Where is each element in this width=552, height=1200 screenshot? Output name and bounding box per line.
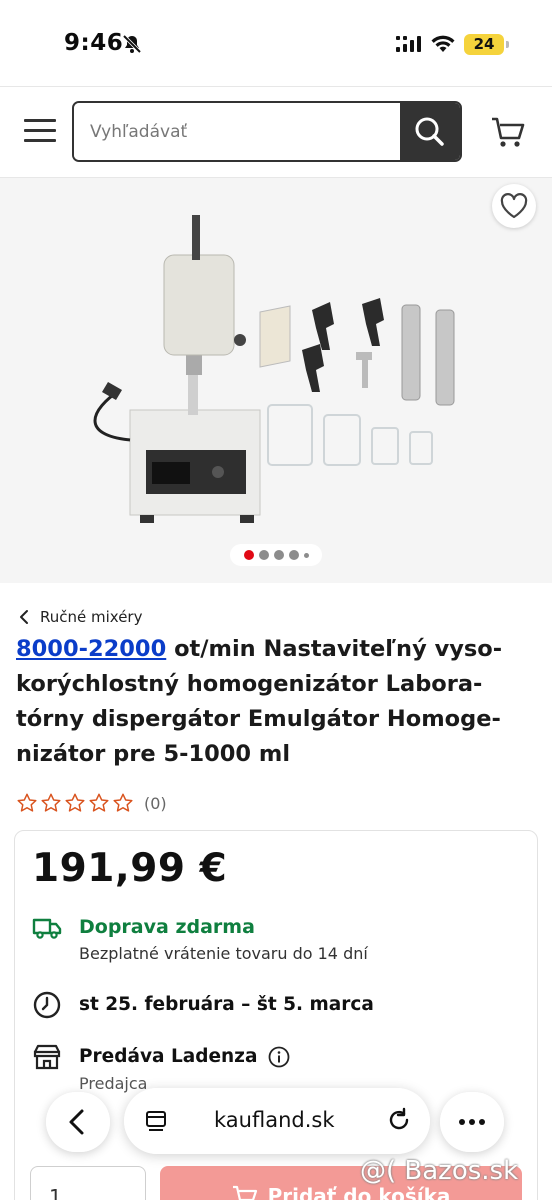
star-icon [113,793,133,812]
quantity-select[interactable]: 1 [30,1166,146,1200]
watermark: @( Bazos.sk [360,1156,519,1186]
favorite-button[interactable] [492,184,536,228]
gallery-dot[interactable] [288,550,299,560]
chevron-left-icon [69,1109,84,1135]
delivery-date: st 25. februára – št 5. marca [79,994,374,1015]
truck-icon [32,918,62,939]
battery-indicator: 24 [464,34,509,55]
chevron-left-icon [20,610,28,624]
cart-icon[interactable] [490,115,526,149]
seller-name[interactable]: Predáva Ladenza [79,1046,257,1067]
star-icon [17,793,37,812]
bell-muted-icon [122,34,142,54]
heart-icon [500,193,528,219]
reload-icon[interactable] [386,1107,412,1133]
gallery-dot[interactable] [303,552,309,558]
product-title: 8000-22000 ot/min Nastaviteľný vyso-korý… [16,632,540,772]
search-button[interactable] [400,103,460,160]
search-input[interactable] [74,103,402,160]
add-to-cart-label: Pridať do košíka [267,1184,451,1200]
tabs-icon[interactable] [144,1108,168,1132]
star-icon [89,793,109,812]
clock-icon [33,991,61,1019]
gallery-dot[interactable] [273,550,284,560]
search-icon [415,117,444,146]
search-box [72,101,462,162]
product-image [93,215,455,523]
quantity-value: 1 [49,1185,62,1200]
seller-role: Predajca [79,1074,148,1093]
breadcrumb[interactable]: Ručné mixéry [18,606,142,628]
status-bar: 9:46 24 [0,0,552,86]
returns-label: Bezplatné vrátenie tovaru do 14 dní [79,944,368,963]
status-time: 9:46 [64,30,124,56]
browser-address-bar[interactable]: kaufland.sk [124,1088,430,1154]
wifi-icon [431,35,455,52]
rating-count: (0) [144,793,167,813]
rating[interactable]: (0) [16,792,167,814]
breadcrumb-label[interactable]: Ručné mixéry [40,608,142,626]
info-icon[interactable] [268,1046,290,1068]
browser-back-button[interactable] [46,1092,110,1152]
more-icon [459,1119,485,1125]
url-text[interactable]: kaufland.sk [214,1108,334,1132]
cellular-signal-icon [396,36,421,52]
gallery-dot[interactable] [258,550,269,560]
shipping-label: Doprava zdarma [79,916,255,938]
gallery-pagination[interactable] [230,544,322,566]
site-header [0,86,552,178]
store-icon [33,1044,61,1070]
star-icon [41,793,61,812]
browser-more-button[interactable] [440,1092,504,1152]
cart-icon [232,1185,257,1200]
star-icon [65,793,85,812]
title-link[interactable]: 8000-22000 [16,636,166,662]
gallery-dot[interactable] [243,550,254,560]
price: 191,99 € [32,846,228,891]
menu-icon[interactable] [24,119,56,143]
